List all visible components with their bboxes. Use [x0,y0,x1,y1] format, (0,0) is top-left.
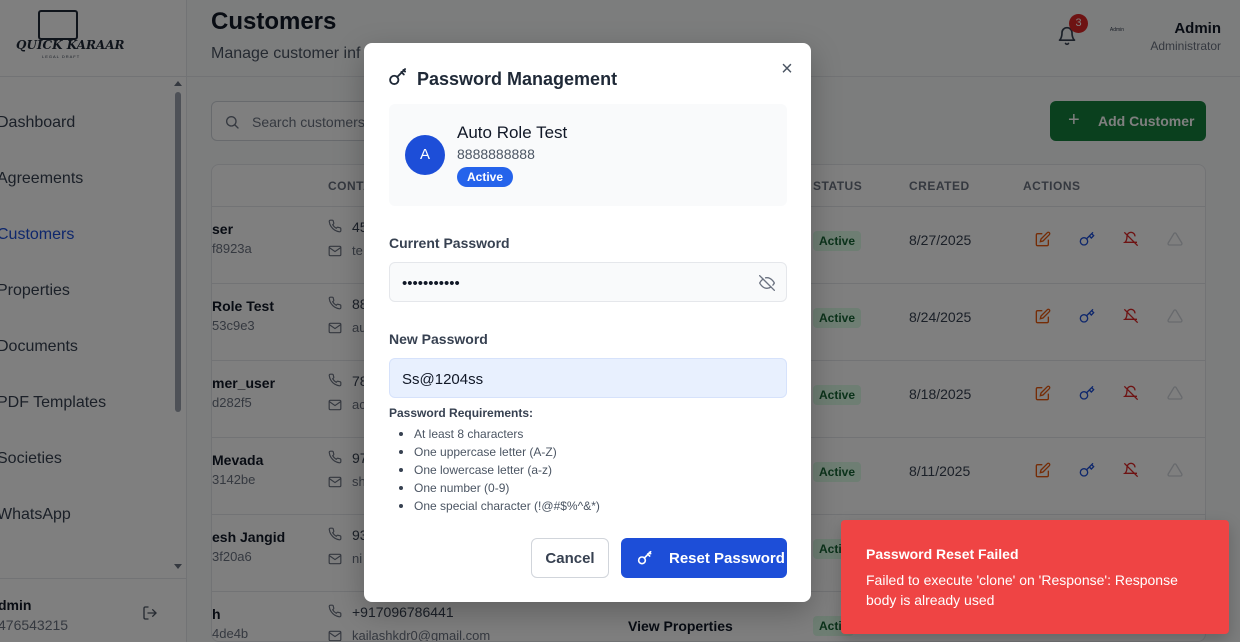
user-name: Auto Role Test [457,123,568,142]
close-icon[interactable]: × [777,59,797,79]
user-phone: 8888888888 [457,146,535,162]
eye-off-icon[interactable] [758,275,776,296]
modal-title: Password Management [417,69,618,89]
user-summary-card: A Auto Role Test 8888888888 Active [389,104,787,206]
current-password-input[interactable] [402,272,742,294]
password-management-modal: Password Management × A Auto Role Test 8… [364,43,811,602]
password-requirements-list: At least 8 characters One uppercase lett… [389,425,600,515]
list-item: One special character (!@#$%^&*) [389,497,600,515]
cancel-button[interactable]: Cancel [531,538,609,578]
toast-message: Failed to execute 'clone' on 'Response':… [866,572,1178,608]
current-password-label: Current Password [389,235,510,251]
list-item: At least 8 characters [389,425,600,443]
password-requirements-title: Password Requirements: [389,406,534,420]
reset-password-button[interactable]: Reset Password [621,538,787,578]
status-badge: Active [457,167,514,187]
list-item: One uppercase letter (A-Z) [389,443,600,461]
avatar: A [405,135,445,175]
list-item: One lowercase letter (a-z) [389,461,600,479]
new-password-label: New Password [389,331,488,347]
toast-title: Password Reset Failed [866,546,1019,562]
key-icon [388,67,408,92]
reset-password-label: Reset Password [669,550,785,567]
list-item: One number (0-9) [389,479,600,497]
new-password-input[interactable] [402,368,742,390]
error-toast[interactable]: Password Reset Failed Failed to execute … [841,520,1229,634]
new-password-field [389,358,787,398]
key-icon [637,550,653,570]
current-password-field [389,262,787,302]
